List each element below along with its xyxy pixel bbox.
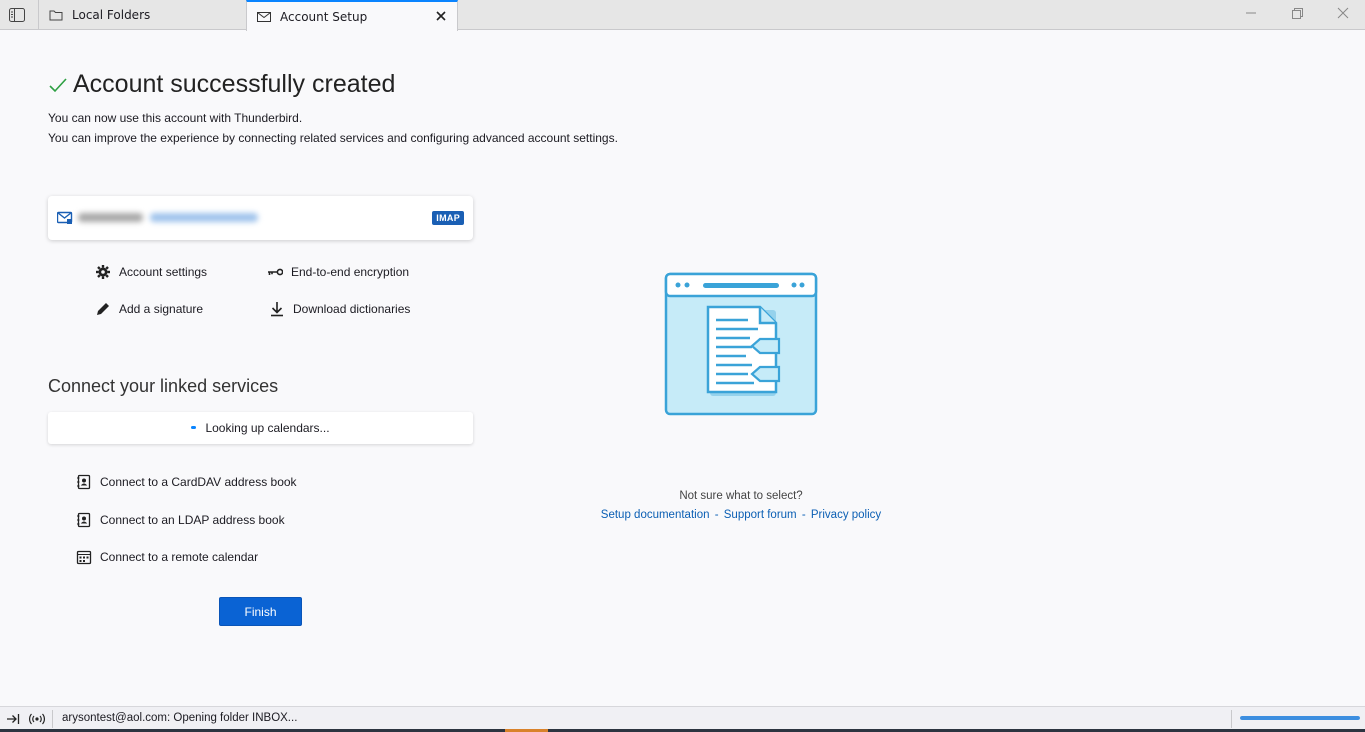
collapse-pane-icon[interactable] xyxy=(6,712,20,726)
page-title-text: Account successfully created xyxy=(73,70,396,98)
spinner-icon xyxy=(191,425,197,429)
folder-icon xyxy=(49,10,63,21)
minimize-icon[interactable] xyxy=(1244,6,1258,20)
calendar-lookup-label: Looking up calendars... xyxy=(205,421,330,435)
download-icon xyxy=(271,302,283,317)
calendar-icon xyxy=(76,550,92,565)
mail-lock-icon xyxy=(57,211,73,224)
account-email-redacted xyxy=(78,211,258,223)
sidebar-toggle-icon[interactable] xyxy=(9,8,25,22)
e2e-encryption-label: End-to-end encryption xyxy=(291,265,410,279)
connect-calendar-link[interactable]: Connect to a remote calendar xyxy=(76,549,258,565)
key-icon xyxy=(268,268,283,276)
success-description: You can now use this account with Thunde… xyxy=(48,111,303,125)
address-book-icon xyxy=(77,512,91,528)
tab-bar: Local Folders Account Setup xyxy=(0,0,1365,31)
connect-carddav-link[interactable]: Connect to a CardDAV address book xyxy=(76,474,297,490)
help-separator: - xyxy=(714,509,719,521)
add-signature-link[interactable]: Add a signature xyxy=(95,301,203,317)
account-settings-label: Account settings xyxy=(119,265,208,279)
calendar-lookup-status: Looking up calendars... xyxy=(48,412,473,444)
improve-description: You can improve the experience by connec… xyxy=(48,131,618,145)
account-settings-link[interactable]: Account settings xyxy=(95,264,207,280)
e2e-encryption-link[interactable]: End-to-end encryption xyxy=(267,264,409,280)
address-book-icon xyxy=(77,474,91,490)
online-status-icon[interactable] xyxy=(29,712,45,726)
support-forum-link[interactable]: Support forum xyxy=(724,509,797,521)
connect-carddav-label: Connect to a CardDAV address book xyxy=(100,475,297,489)
download-dictionaries-link[interactable]: Download dictionaries xyxy=(269,301,410,317)
document-illustration-icon xyxy=(664,272,818,416)
page-title: Account successfully created xyxy=(48,70,395,99)
tab-local-folders-label: Local Folders xyxy=(72,8,151,22)
status-divider xyxy=(52,710,53,728)
help-question: Not sure what to select? xyxy=(679,490,803,502)
status-message: arysontest@aol.com: Opening folder INBOX… xyxy=(62,712,298,724)
download-dictionaries-label: Download dictionaries xyxy=(293,302,411,316)
restore-icon[interactable] xyxy=(1290,6,1304,20)
close-tab-icon[interactable] xyxy=(435,10,447,22)
mail-settings-icon xyxy=(257,11,271,22)
finish-button[interactable]: Finish xyxy=(219,597,302,626)
account-card: IMAP xyxy=(48,196,473,240)
pencil-icon xyxy=(97,303,109,315)
help-separator: - xyxy=(801,509,806,521)
gear-icon xyxy=(96,265,110,279)
close-window-icon[interactable] xyxy=(1336,6,1350,20)
status-progress-bar xyxy=(1240,716,1360,720)
account-type-badge: IMAP xyxy=(432,211,464,225)
connect-calendar-label: Connect to a remote calendar xyxy=(100,550,259,564)
setup-documentation-link[interactable]: Setup documentation xyxy=(601,509,710,521)
checkmark-icon xyxy=(49,77,67,92)
tab-account-setup[interactable]: Account Setup xyxy=(246,0,458,31)
status-divider xyxy=(1231,710,1232,728)
help-links: Setup documentation - Support forum - Pr… xyxy=(596,509,886,521)
add-signature-label: Add a signature xyxy=(119,302,204,316)
tab-account-setup-label: Account Setup xyxy=(280,9,368,24)
privacy-policy-link[interactable]: Privacy policy xyxy=(811,509,881,521)
tab-local-folders[interactable]: Local Folders xyxy=(38,0,246,30)
linked-services-heading: Connect your linked services xyxy=(48,376,279,396)
status-progress-fill xyxy=(1240,716,1360,720)
thunderbird-window: Local Folders Account Setup Account succ… xyxy=(0,0,1365,732)
connect-ldap-link[interactable]: Connect to an LDAP address book xyxy=(76,512,285,528)
connect-ldap-label: Connect to an LDAP address book xyxy=(100,513,285,527)
